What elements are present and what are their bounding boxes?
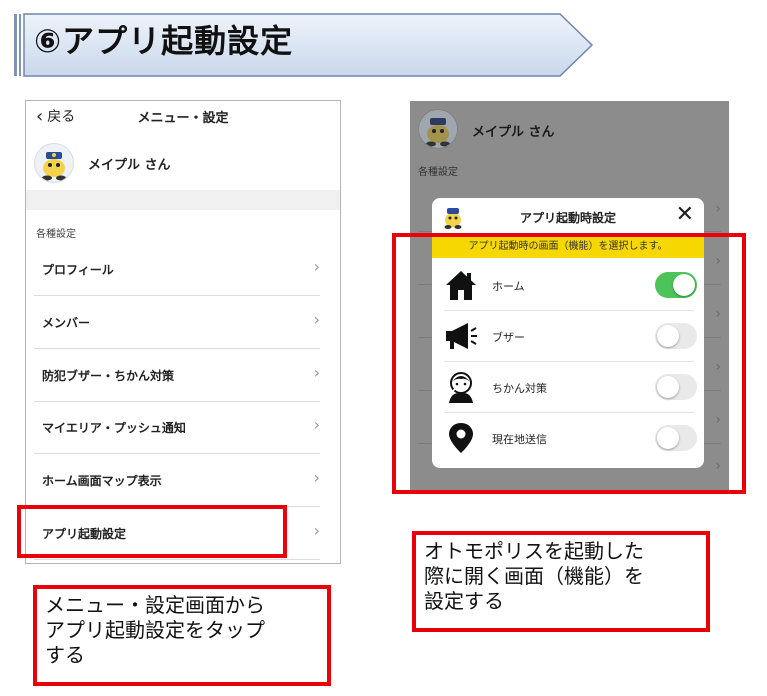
banner-title: ⑥アプリ起動設定 bbox=[34, 22, 294, 60]
chevron-right-icon: › bbox=[313, 521, 320, 540]
close-icon[interactable]: ✕ bbox=[676, 202, 694, 227]
chevron-right-icon: › bbox=[313, 310, 320, 329]
menu-settings-screen: ‹ 戻る メニュー・設定 メイプル さん 各種設定 プロフィール › メンバー ›… bbox=[25, 100, 341, 564]
avatar bbox=[34, 143, 74, 183]
nav-bar: ‹ 戻る メニュー・設定 bbox=[26, 101, 340, 131]
chevron-right-icon: › bbox=[313, 363, 320, 382]
screen-title: メニュー・設定 bbox=[137, 111, 229, 126]
caption-right-text: オトモポリスを起動した 際に開く画面（機能）を 設定する bbox=[424, 539, 644, 613]
caption-left-text: メニュー・設定画面から アプリ起動設定をタップ する bbox=[45, 593, 265, 667]
menu-item-label: プロフィール bbox=[42, 263, 114, 277]
menu-item-label: マイエリア・プッシュ通知 bbox=[42, 421, 186, 435]
user-name: メイプル さん bbox=[88, 158, 171, 173]
chevron-right-icon: › bbox=[715, 201, 721, 217]
chevron-right-icon: › bbox=[313, 257, 320, 276]
chevron-right-icon: › bbox=[313, 415, 320, 434]
avatar bbox=[418, 109, 458, 149]
modal-header: アプリ起動時設定 ✕ bbox=[432, 198, 704, 236]
menu-item-my-area[interactable]: マイエリア・プッシュ通知 › bbox=[34, 401, 320, 454]
user-row: メイプル さん bbox=[410, 101, 729, 151]
menu-item-buzzer[interactable]: 防犯ブザー・ちかん対策 › bbox=[34, 349, 320, 402]
menu-item-label: メンバー bbox=[42, 316, 91, 330]
section-divider bbox=[26, 190, 340, 210]
menu-item-home-map[interactable]: ホーム画面マップ表示 › bbox=[34, 454, 320, 507]
caption-left: メニュー・設定画面から アプリ起動設定をタップ する bbox=[33, 585, 331, 686]
title-banner: ⑥アプリ起動設定 bbox=[0, 0, 600, 80]
section-label: 各種設定 bbox=[36, 229, 76, 240]
caption-right: オトモポリスを起動した 際に開く画面（機能）を 設定する bbox=[412, 531, 710, 632]
section-label: 各種設定 bbox=[418, 167, 458, 178]
police-mascot-icon bbox=[426, 118, 450, 147]
menu-item-members[interactable]: メンバー › bbox=[34, 296, 320, 349]
highlight-app-launch bbox=[17, 505, 287, 558]
user-row[interactable]: メイプル さん bbox=[26, 139, 340, 189]
modal-title: アプリ起動時設定 bbox=[519, 211, 616, 225]
menu-item-profile[interactable]: プロフィール › bbox=[34, 243, 320, 296]
menu-item-label: 防犯ブザー・ちかん対策 bbox=[42, 369, 175, 383]
highlight-launch-options bbox=[392, 233, 746, 494]
menu-item-label: ホーム画面マップ表示 bbox=[42, 474, 162, 488]
police-mascot-icon bbox=[42, 152, 66, 181]
user-name: メイプル さん bbox=[472, 125, 555, 140]
chevron-right-icon: › bbox=[313, 468, 320, 487]
